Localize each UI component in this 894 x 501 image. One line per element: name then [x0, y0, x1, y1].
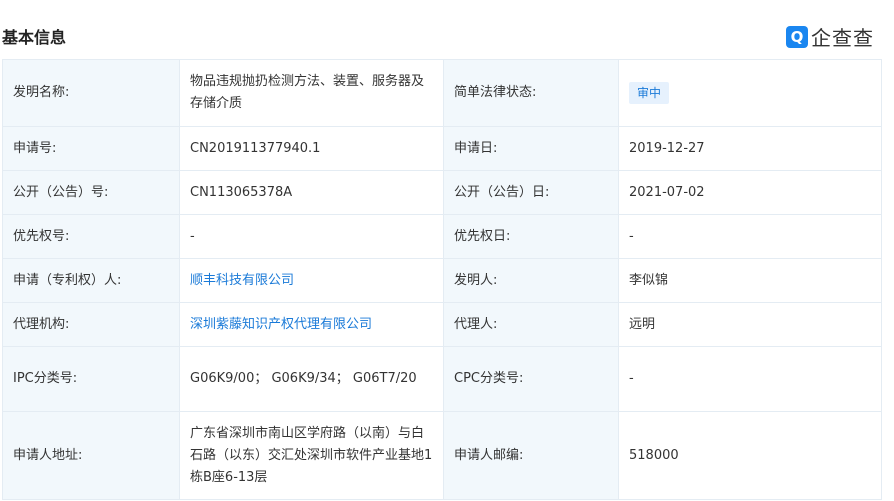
logo-text: 企查查	[811, 26, 874, 50]
info-table: 发明名称: 物品违规抛扔检测方法、装置、服务器及存储介质 简单法律状态: 审中 …	[2, 59, 882, 500]
table-row: 公开（公告）号: CN113065378A 公开（公告）日: 2021-07-0…	[2, 170, 882, 215]
table-row: 代理机构: 深圳紫藤知识产权代理有限公司 代理人: 远明	[2, 302, 882, 347]
label-address: 申请人地址:	[2, 411, 180, 500]
label-application-no: 申请号:	[2, 126, 180, 171]
value-ipc: G06K9/00； G06K9/34； G06T7/20	[179, 346, 444, 412]
value-cpc: -	[618, 346, 882, 412]
value-priority-no: -	[179, 214, 444, 259]
value-agent: 远明	[618, 302, 882, 347]
value-priority-date: -	[618, 214, 882, 259]
agency-link[interactable]: 深圳紫藤知识产权代理有限公司	[190, 317, 372, 332]
table-row: IPC分类号: G06K9/00； G06K9/34； G06T7/20 CPC…	[2, 346, 882, 412]
label-agent: 代理人:	[443, 302, 619, 347]
label-publication-date: 公开（公告）日:	[443, 170, 619, 215]
label-priority-date: 优先权日:	[443, 214, 619, 259]
value-address: 广东省深圳市南山区学府路（以南）与白石路（以东）交汇处深圳市软件产业基地1栋B座…	[179, 411, 444, 500]
value-postcode: 518000	[618, 411, 882, 500]
label-applicant: 申请（专利权）人:	[2, 258, 180, 303]
label-agency: 代理机构:	[2, 302, 180, 347]
value-applicant: 顺丰科技有限公司	[179, 258, 444, 303]
table-row: 发明名称: 物品违规抛扔检测方法、装置、服务器及存储介质 简单法律状态: 审中	[2, 59, 882, 127]
table-row: 申请（专利权）人: 顺丰科技有限公司 发明人: 李似锦	[2, 258, 882, 303]
label-ipc: IPC分类号:	[2, 346, 180, 412]
table-row: 申请号: CN201911377940.1 申请日: 2019-12-27	[2, 126, 882, 171]
value-inventor: 李似锦	[618, 258, 882, 303]
qichacha-logo[interactable]: Q 企查查	[786, 22, 874, 51]
section-title: 基本信息	[2, 28, 67, 47]
label-invention-name: 发明名称:	[2, 59, 180, 127]
value-application-no: CN201911377940.1	[179, 126, 444, 171]
value-publication-no: CN113065378A	[179, 170, 444, 215]
value-application-date: 2019-12-27	[618, 126, 882, 171]
label-priority-no: 优先权号:	[2, 214, 180, 259]
table-row: 申请人地址: 广东省深圳市南山区学府路（以南）与白石路（以东）交汇处深圳市软件产…	[2, 411, 882, 500]
label-inventor: 发明人:	[443, 258, 619, 303]
value-agency: 深圳紫藤知识产权代理有限公司	[179, 302, 444, 347]
value-legal-status: 审中	[618, 59, 882, 127]
label-postcode: 申请人邮编:	[443, 411, 619, 500]
logo-icon: Q	[786, 25, 808, 48]
value-publication-date: 2021-07-02	[618, 170, 882, 215]
label-application-date: 申请日:	[443, 126, 619, 171]
label-cpc: CPC分类号:	[443, 346, 619, 412]
value-invention-name: 物品违规抛扔检测方法、装置、服务器及存储介质	[179, 59, 444, 127]
status-badge: 审中	[629, 81, 670, 104]
applicant-link[interactable]: 顺丰科技有限公司	[190, 273, 294, 288]
label-legal-status: 简单法律状态:	[443, 59, 619, 127]
label-publication-no: 公开（公告）号:	[2, 170, 180, 215]
table-row: 优先权号: - 优先权日: -	[2, 214, 882, 259]
